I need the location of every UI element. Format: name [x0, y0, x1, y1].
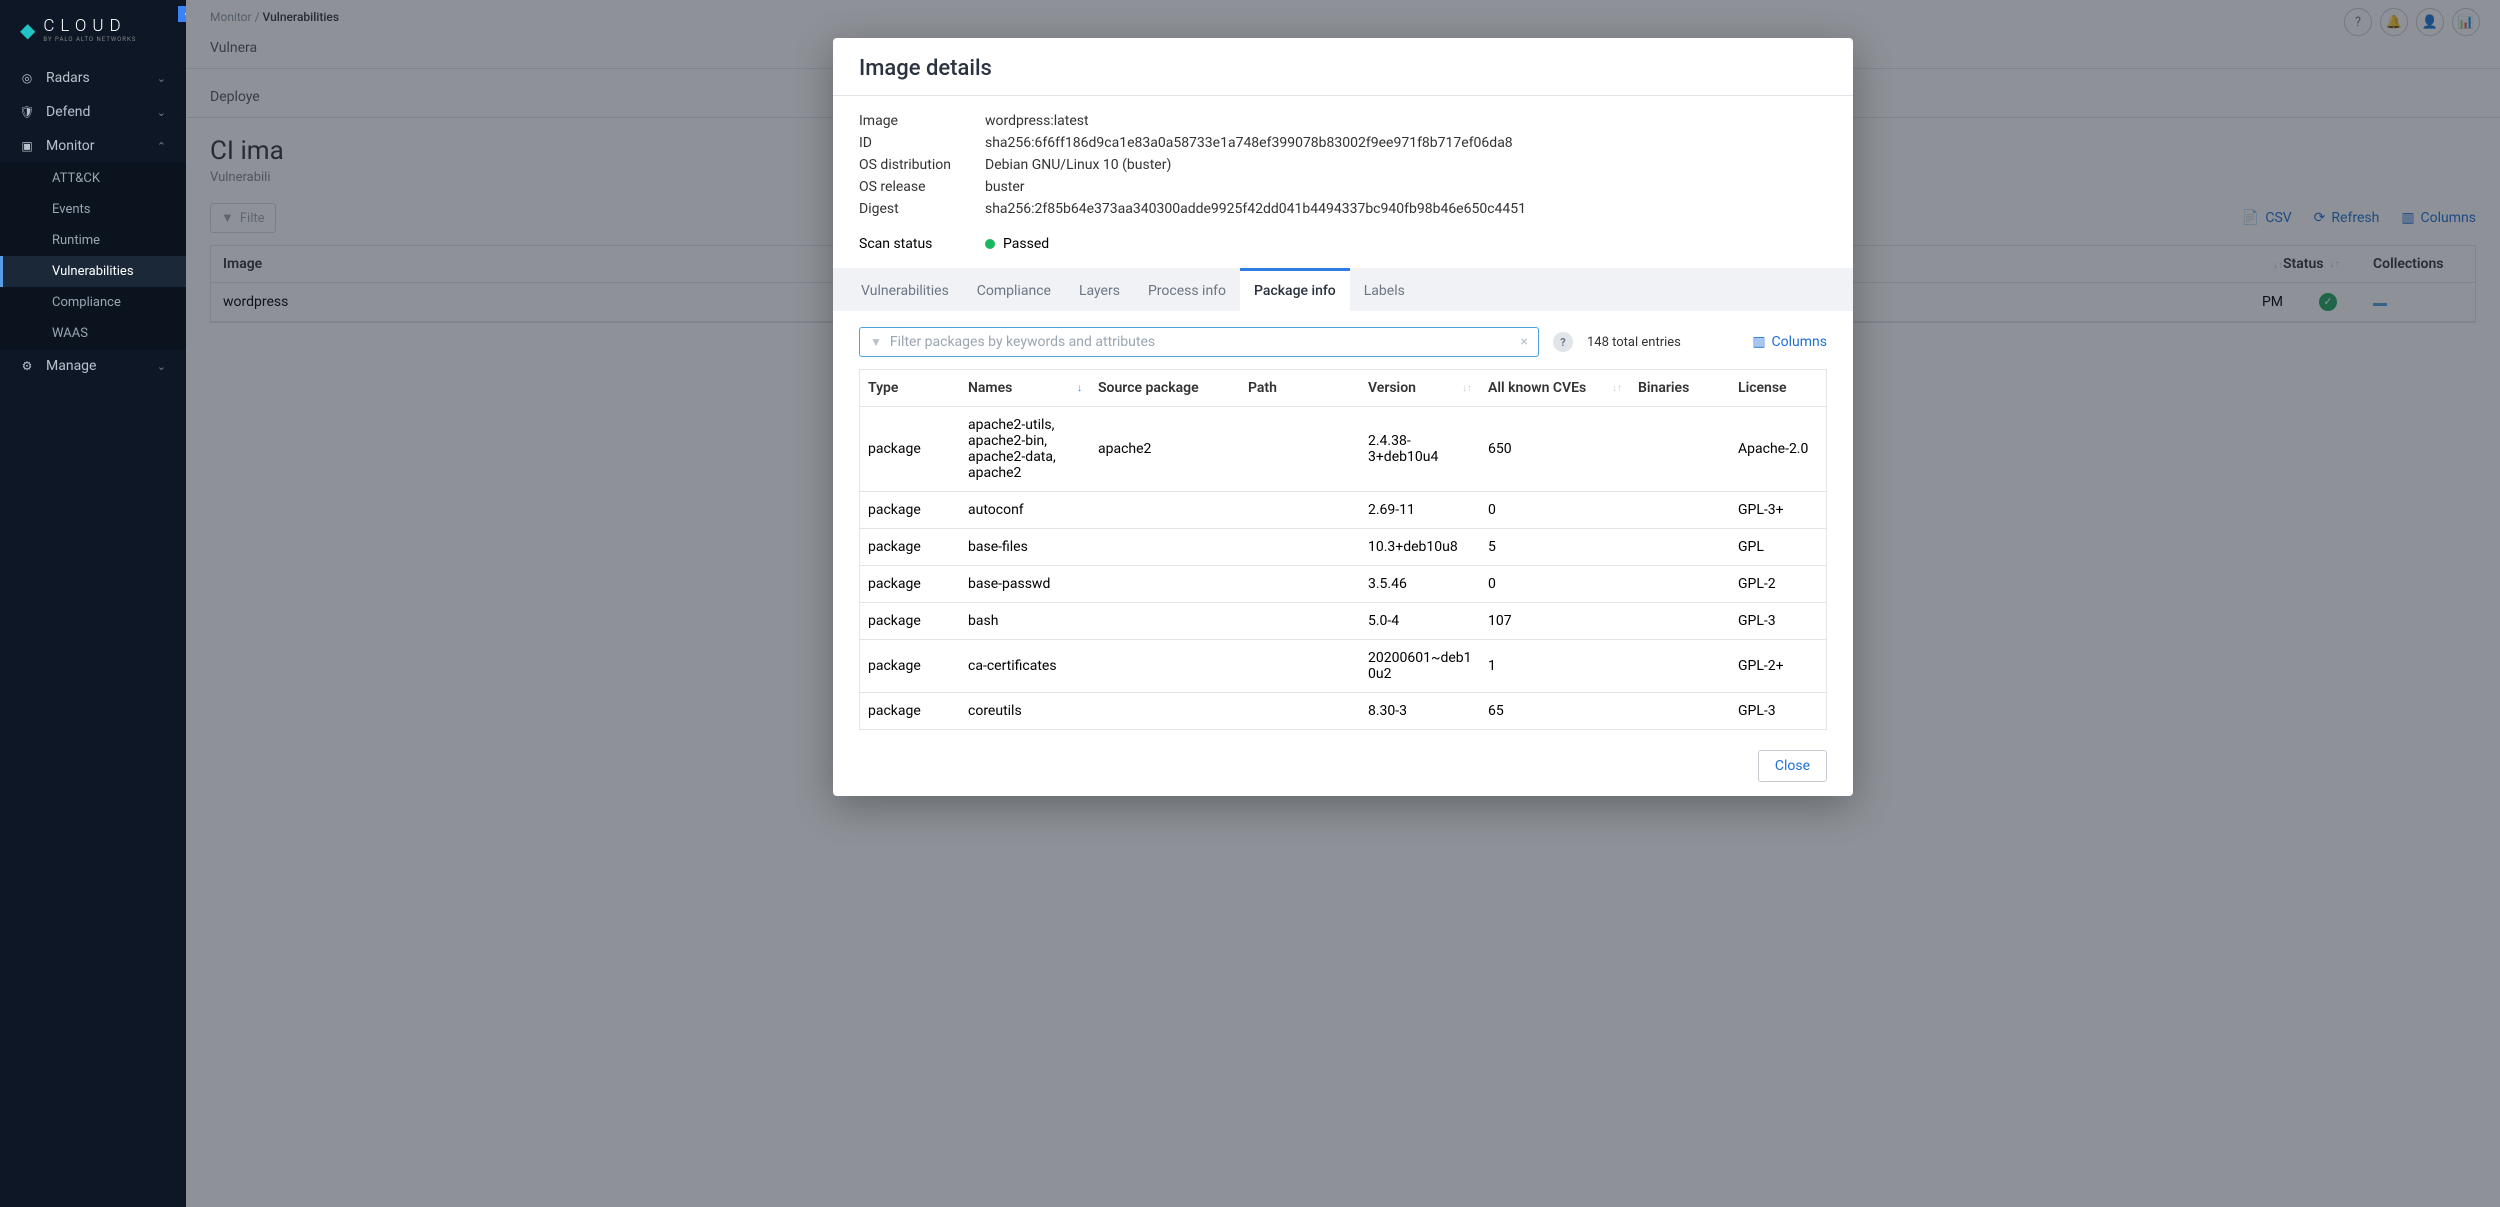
- table-row[interactable]: packagebase-passwd3.5.460GPL-2: [860, 566, 1826, 603]
- meta-val-image: wordpress:latest: [985, 113, 1827, 129]
- table-row[interactable]: packageapache2-utils, apache2-bin, apach…: [860, 407, 1826, 492]
- modal-overlay[interactable]: Image details Imagewordpress:latest IDsh…: [186, 0, 2500, 1207]
- sort-icon: ↓↑: [1462, 383, 1472, 394]
- mtab-process-info[interactable]: Process info: [1134, 268, 1240, 311]
- th-cves[interactable]: All known CVEs↓↑: [1480, 370, 1630, 406]
- gear-icon: ⚙: [20, 359, 34, 373]
- mtab-package-info[interactable]: Package info: [1240, 268, 1350, 311]
- table-row[interactable]: packagebase-files10.3+deb10u85GPL: [860, 529, 1826, 566]
- meta-val-osdist: Debian GNU/Linux 10 (buster): [985, 157, 1827, 173]
- mtab-compliance[interactable]: Compliance: [963, 268, 1065, 311]
- mtab-labels[interactable]: Labels: [1350, 268, 1419, 311]
- columns-icon: ▥: [1752, 334, 1765, 350]
- columns-button[interactable]: ▥ Columns: [1752, 334, 1827, 350]
- logo-icon: ◆: [20, 18, 35, 42]
- subnav-attack[interactable]: ATT&CK: [0, 163, 186, 194]
- image-metadata: Imagewordpress:latest IDsha256:6f6ff186d…: [833, 96, 1853, 226]
- table-row[interactable]: packagebash5.0-4107GPL-3: [860, 603, 1826, 640]
- mtab-layers[interactable]: Layers: [1065, 268, 1134, 311]
- table-row[interactable]: packageautoconf2.69-110GPL-3+: [860, 492, 1826, 529]
- close-button[interactable]: Close: [1758, 750, 1827, 782]
- nav-manage[interactable]: ⚙ Manage ⌄: [0, 349, 186, 383]
- th-license[interactable]: License: [1730, 370, 1826, 406]
- brand-logo: ◆ CLOUD BY PALO ALTO NETWORKS: [0, 0, 186, 61]
- brand-subtitle: BY PALO ALTO NETWORKS: [43, 36, 136, 43]
- modal-tabs: Vulnerabilities Compliance Layers Proces…: [833, 268, 1853, 311]
- th-source-package[interactable]: Source package: [1090, 370, 1240, 406]
- help-icon[interactable]: ?: [1553, 332, 1573, 352]
- chevron-down-icon: ⌄: [157, 72, 166, 85]
- th-names[interactable]: Names↓: [960, 370, 1090, 406]
- mtab-vulnerabilities[interactable]: Vulnerabilities: [847, 268, 963, 311]
- chevron-down-icon: ⌄: [157, 360, 166, 373]
- subnav-compliance[interactable]: Compliance: [0, 287, 186, 318]
- meta-key-osrel: OS release: [859, 179, 985, 195]
- sidebar: ‹ ◆ CLOUD BY PALO ALTO NETWORKS ◎ Radars…: [0, 0, 186, 1207]
- sort-icon: ↓↑: [1612, 383, 1622, 394]
- filter-icon: ▼: [870, 335, 882, 349]
- package-filter[interactable]: ▼ ×: [859, 327, 1539, 357]
- radar-icon: ◎: [20, 71, 34, 85]
- monitor-subnav: ATT&CK Events Runtime Vulnerabilities Co…: [0, 163, 186, 349]
- table-row[interactable]: packagecoreutils8.30-365GPL-3: [860, 693, 1826, 729]
- chevron-up-icon: ⌃: [157, 140, 166, 153]
- shield-icon: 🛡: [20, 105, 34, 119]
- nav-defend[interactable]: 🛡 Defend ⌄: [0, 95, 186, 129]
- brand-name: CLOUD: [43, 16, 136, 36]
- meta-val-osrel: buster: [985, 179, 1827, 195]
- scan-status-value: Passed: [1003, 236, 1049, 252]
- meta-val-id: sha256:6f6ff186d9ca1e83a0a58733e1a748ef3…: [985, 135, 1827, 151]
- status-passed-icon: [985, 239, 995, 249]
- sort-down-icon: ↓: [1077, 383, 1082, 394]
- subnav-vulnerabilities[interactable]: Vulnerabilities: [0, 256, 186, 287]
- monitor-icon: ▣: [20, 139, 34, 153]
- chevron-down-icon: ⌄: [157, 106, 166, 119]
- table-row[interactable]: packageca-certificates20200601~deb10u21G…: [860, 640, 1826, 693]
- meta-key-image: Image: [859, 113, 985, 129]
- package-filter-input[interactable]: [890, 334, 1521, 350]
- modal-title: Image details: [859, 56, 1827, 81]
- th-type[interactable]: Type: [860, 370, 960, 406]
- nav-radars[interactable]: ◎ Radars ⌄: [0, 61, 186, 95]
- subnav-events[interactable]: Events: [0, 194, 186, 225]
- total-entries: 148 total entries: [1587, 335, 1681, 350]
- image-details-modal: Image details Imagewordpress:latest IDsh…: [833, 38, 1853, 796]
- scan-status-label: Scan status: [859, 236, 985, 252]
- main-content: ? 🔔 👤 📊 Monitor / Vulnerabilities Vulner…: [186, 0, 2500, 1207]
- subnav-runtime[interactable]: Runtime: [0, 225, 186, 256]
- th-version[interactable]: Version↓↑: [1360, 370, 1480, 406]
- meta-key-osdist: OS distribution: [859, 157, 985, 173]
- th-binaries[interactable]: Binaries: [1630, 370, 1730, 406]
- meta-key-id: ID: [859, 135, 985, 151]
- th-path[interactable]: Path: [1240, 370, 1360, 406]
- clear-filter-icon[interactable]: ×: [1521, 334, 1528, 350]
- meta-val-digest: sha256:2f85b64e373aa340300adde9925f42dd0…: [985, 201, 1827, 217]
- package-table: Type Names↓ Source package Path Version↓…: [859, 369, 1827, 730]
- subnav-waas[interactable]: WAAS: [0, 318, 186, 349]
- nav-monitor[interactable]: ▣ Monitor ⌃: [0, 129, 186, 163]
- meta-key-digest: Digest: [859, 201, 985, 217]
